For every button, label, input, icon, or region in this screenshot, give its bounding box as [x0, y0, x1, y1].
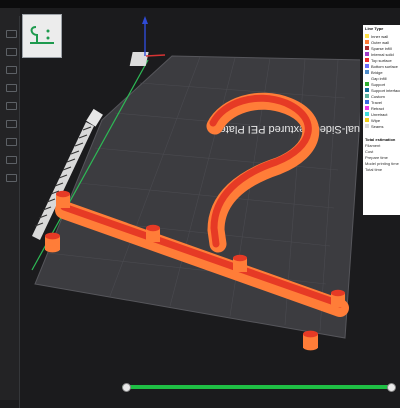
stats-row: Filament — [365, 143, 381, 148]
post-3 — [233, 254, 247, 272]
legend-label: Retract — [371, 105, 384, 111]
legend-swatch — [365, 40, 369, 44]
legend-swatch — [365, 52, 369, 56]
post-1 — [56, 190, 70, 208]
others-icon[interactable] — [6, 174, 17, 182]
legend-label: Bridge — [371, 69, 383, 75]
legend-label: Internal solid — [371, 51, 394, 57]
stats-header: Total estimation — [365, 137, 396, 142]
legend-header: Line Type — [365, 26, 384, 31]
line-type-legend: Line Type Inner wall Outer wall Sparse inf… — [363, 25, 400, 215]
post-4 — [331, 289, 345, 307]
legend-label: Unretract — [371, 111, 388, 117]
layer-slider-start-handle[interactable] — [122, 383, 131, 392]
3d-viewport[interactable]: Dual-Sided Textured PEI Plate — [20, 8, 360, 400]
legend-swatch — [365, 70, 369, 74]
legend-label: Support — [371, 81, 386, 87]
legend-swatch — [365, 46, 369, 50]
legend-label: Bottom surface — [371, 63, 398, 69]
plate-thumbnail[interactable] — [22, 14, 62, 58]
legend-swatch — [365, 64, 369, 68]
legend-swatch — [365, 88, 369, 92]
legend-swatch — [365, 34, 369, 38]
legend-swatch — [365, 118, 369, 122]
legend-swatch — [365, 124, 369, 128]
stats-row: Prepare time — [365, 155, 388, 160]
legend-label: Custom — [371, 93, 385, 99]
strength-icon[interactable] — [6, 138, 17, 146]
legend-label: Gap infill — [371, 75, 387, 81]
legend-swatch — [365, 58, 369, 62]
legend-label: Outer wall — [371, 39, 390, 45]
stats-row: Model printing time — [365, 161, 399, 166]
layer-slider-track[interactable] — [122, 385, 394, 389]
legend-item[interactable]: Seams — [365, 123, 400, 129]
legend-label: Support interface — [371, 87, 400, 93]
speed-icon[interactable] — [6, 156, 17, 164]
legend-swatch — [365, 94, 369, 98]
legend-label: Seams — [371, 123, 384, 129]
legend-label: Sparse infill — [371, 45, 392, 51]
objects-icon[interactable] — [6, 30, 17, 38]
hook-model-thumbnail-icon — [30, 26, 54, 44]
origin-marker — [129, 16, 166, 66]
stats-row: Cost — [365, 149, 374, 154]
legend-swatch — [365, 106, 369, 110]
build-scene[interactable]: Dual-Sided Textured PEI Plate — [20, 8, 360, 400]
peg-right[interactable] — [303, 330, 318, 351]
left-sidebar — [0, 8, 20, 408]
legend-swatch — [365, 100, 369, 104]
peg-left[interactable] — [45, 232, 60, 253]
legend-label: Inner wall — [371, 33, 389, 39]
layers-icon[interactable] — [6, 102, 17, 110]
layer-slider-end-handle[interactable] — [387, 383, 396, 392]
plate-label: Dual-Sided Textured PEI Plate — [220, 123, 360, 135]
top-toolbar — [0, 0, 400, 8]
legend-swatch — [365, 82, 369, 86]
support-icon[interactable] — [6, 120, 17, 128]
settings-icon[interactable] — [6, 84, 17, 92]
legend-label: Top surface — [371, 57, 392, 63]
legend-swatch — [365, 112, 369, 116]
legend-label: Travel — [371, 99, 382, 105]
legend-label: Wipe — [371, 117, 381, 123]
plate-icon[interactable] — [6, 48, 17, 56]
legend-swatch — [365, 76, 369, 80]
stats-row: Total time — [365, 167, 383, 172]
filament-icon[interactable] — [6, 66, 17, 74]
post-2 — [146, 224, 160, 242]
